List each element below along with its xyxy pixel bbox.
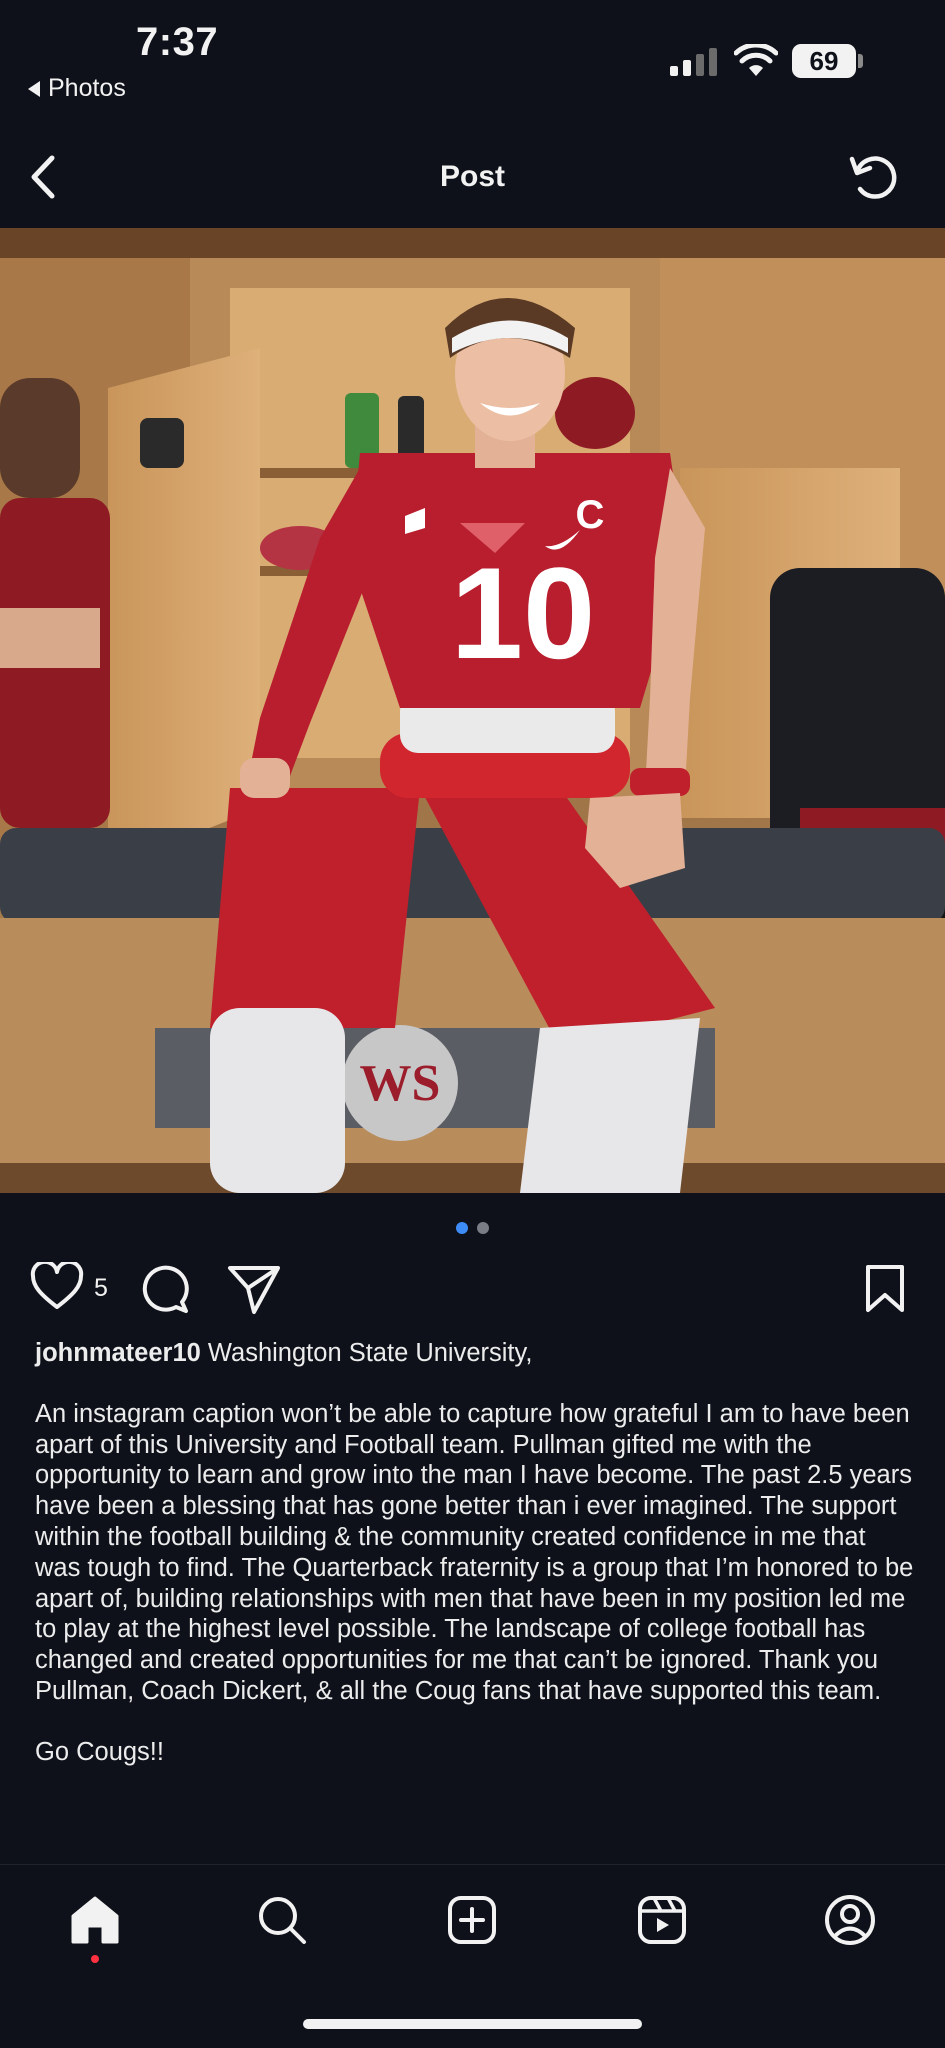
locker-room-scene: WS 10 C — [0, 228, 945, 1193]
share-icon[interactable] — [226, 1262, 282, 1316]
captain-letter: C — [576, 493, 605, 537]
back-triangle-icon — [28, 80, 40, 97]
like-count[interactable]: 5 — [94, 1274, 108, 1303]
like-heart-icon[interactable] — [30, 1262, 84, 1312]
cellular-signal-icon — [670, 48, 717, 76]
create-icon — [448, 1896, 496, 1944]
carousel-dot-1 — [456, 1222, 468, 1234]
nav-home[interactable] — [65, 1890, 125, 1950]
search-icon — [259, 1897, 306, 1944]
carousel-indicator — [0, 1222, 945, 1234]
status-time: 7:37 — [136, 20, 219, 64]
home-indicator-bar — [303, 2019, 642, 2029]
battery-tip — [858, 54, 863, 68]
nav-profile[interactable] — [820, 1890, 880, 1950]
post-caption: johnmateer10 Washington State University… — [35, 1338, 915, 1768]
back-app-label: Photos — [48, 74, 126, 102]
nav-create[interactable] — [442, 1890, 502, 1950]
caption-headline: Washington State University, — [207, 1339, 533, 1367]
home-active-dot — [91, 1955, 99, 1963]
battery-indicator: 69 — [792, 44, 856, 78]
home-icon — [71, 1896, 119, 1944]
nav-reels[interactable] — [632, 1890, 692, 1950]
carousel-dot-2 — [477, 1222, 489, 1234]
caption-body: An instagram caption won’t be able to ca… — [35, 1399, 914, 1705]
comment-icon[interactable] — [138, 1262, 192, 1316]
back-to-app-link[interactable]: Photos — [28, 74, 126, 103]
jersey-number: 10 — [451, 540, 596, 686]
wifi-icon — [734, 44, 778, 76]
nav-search[interactable] — [252, 1890, 312, 1950]
caption-username[interactable]: johnmateer10 — [35, 1339, 201, 1367]
profile-icon — [825, 1895, 875, 1945]
page-title: Post — [439, 160, 505, 193]
post-photo[interactable]: WS 10 C — [0, 228, 945, 1193]
svg-text:WS: WS — [360, 1055, 441, 1112]
bookmark-icon[interactable] — [862, 1262, 908, 1316]
caption-signoff: Go Cougs!! — [35, 1737, 164, 1766]
reels-icon — [638, 1896, 686, 1944]
refresh-icon[interactable] — [848, 150, 900, 204]
nav-divider — [0, 1864, 945, 1865]
